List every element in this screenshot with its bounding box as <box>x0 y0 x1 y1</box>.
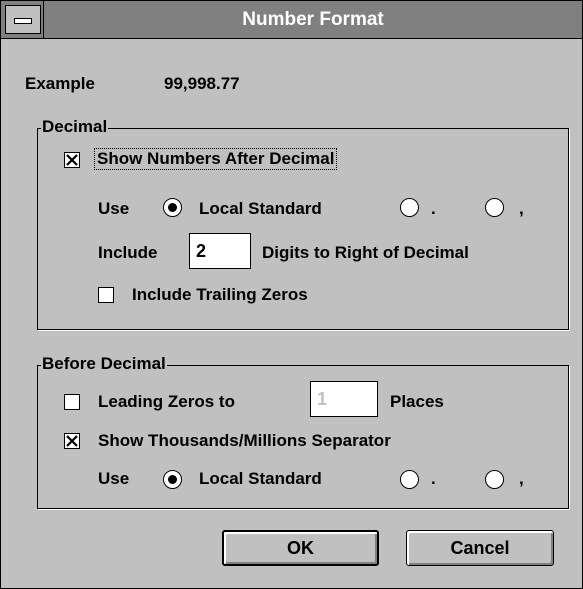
places-label: Places <box>390 392 444 411</box>
separator-radio-period[interactable] <box>400 470 419 489</box>
decimal-radio-period-label[interactable]: . <box>431 199 436 219</box>
leading-zeros-checkbox[interactable] <box>64 394 80 410</box>
trailing-zeros-checkbox[interactable] <box>98 287 114 303</box>
separator-radio-period-label[interactable]: . <box>431 469 436 489</box>
cancel-button[interactable]: Cancel <box>406 530 554 566</box>
digits-suffix-label: Digits to Right of Decimal <box>262 243 469 262</box>
separator-label[interactable]: Show Thousands/Millions Separator <box>98 431 391 451</box>
decimal-radio-local-standard[interactable] <box>163 198 182 217</box>
before-decimal-group-label: Before Decimal <box>41 354 167 374</box>
decimal-radio-comma[interactable] <box>485 198 504 217</box>
checkmark-x-icon <box>66 154 78 166</box>
separator-use-label: Use <box>98 469 130 488</box>
digits-input[interactable]: 2 <box>189 233 251 269</box>
title-bar[interactable]: Number Format <box>1 1 582 39</box>
decimal-group-label: Decimal <box>41 117 109 137</box>
separator-checkbox[interactable] <box>64 433 80 449</box>
decimal-use-label: Use <box>98 199 130 218</box>
decimal-radio-local-standard-label[interactable]: Local Standard <box>199 199 322 219</box>
places-input[interactable]: 1 <box>310 381 378 417</box>
checkmark-x-icon <box>66 435 78 447</box>
include-label: Include <box>98 243 158 262</box>
show-after-decimal-checkbox[interactable] <box>64 152 80 168</box>
example-label: Example <box>25 74 95 93</box>
number-format-dialog: Number Format Example 99,998.77 Decimal … <box>0 0 583 589</box>
separator-radio-local-standard-label[interactable]: Local Standard <box>199 469 322 489</box>
separator-radio-local-standard[interactable] <box>163 470 182 489</box>
trailing-zeros-label[interactable]: Include Trailing Zeros <box>132 285 308 305</box>
radio-selected-dot <box>168 203 177 212</box>
leading-zeros-label[interactable]: Leading Zeros to <box>98 392 235 412</box>
example-value: 99,998.77 <box>164 74 240 93</box>
system-menu-icon[interactable] <box>5 5 41 34</box>
separator-radio-comma[interactable] <box>485 470 504 489</box>
decimal-radio-comma-label[interactable]: , <box>519 199 524 219</box>
dialog-title: Number Format <box>242 9 384 30</box>
radio-selected-dot <box>168 475 177 484</box>
separator-radio-comma-label[interactable]: , <box>519 469 524 489</box>
show-after-decimal-label[interactable]: Show Numbers After Decimal <box>94 148 338 170</box>
decimal-radio-period[interactable] <box>400 198 419 217</box>
ok-button[interactable]: OK <box>222 530 379 566</box>
